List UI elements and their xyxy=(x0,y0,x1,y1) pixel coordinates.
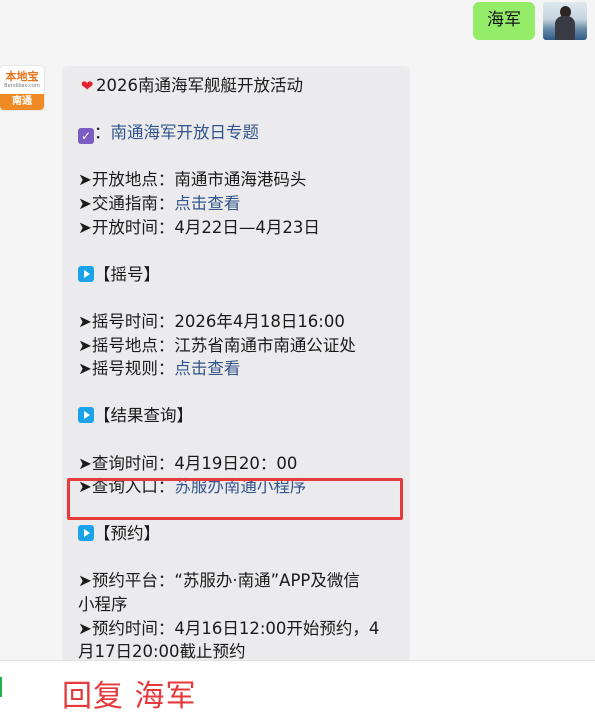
booking-time-value: 4月16日12:00开始预约，4 xyxy=(174,618,380,638)
message-title-line: ❤ 2026南通海军舰艇开放活动 xyxy=(78,74,410,98)
user-message-text: 海军 xyxy=(487,10,521,30)
lottery-place-line: ➤摇号地点：江苏省南通市南通公证处 xyxy=(78,334,410,358)
booking-time-line: ➤预约时间：4月16日12:00开始预约，4 xyxy=(78,617,410,641)
topic-line: ✓ ：南通海军开放日专题 xyxy=(78,121,410,145)
open-time-line: ➤开放时间：4月22日—4月23日 xyxy=(78,216,410,240)
booking-time-label: 预约时间： xyxy=(91,618,175,638)
lottery-rule-line: ➤摇号规则：点击查看 xyxy=(78,357,410,381)
lottery-place-label: 摇号地点： xyxy=(91,335,175,355)
booking-platform-value: “苏服办·南通”APP及微信 xyxy=(174,571,360,591)
topic-link[interactable]: 南通海军开放日专题 xyxy=(111,123,260,142)
arrow-icon: ➤ xyxy=(78,618,92,638)
booking-platform-line: ➤预约平台：“苏服办·南通”APP及微信 xyxy=(78,569,410,593)
lottery-place-value: 江苏省南通市南通公证处 xyxy=(174,335,356,355)
open-time-value: 4月22日—4月23日 xyxy=(174,217,320,237)
lottery-time-label: 摇号时间： xyxy=(91,311,175,331)
open-location-label: 开放地点： xyxy=(91,170,175,190)
booking-section-line: 【预约】 xyxy=(78,522,410,546)
highlight-box xyxy=(67,478,403,520)
open-time-label: 开放时间： xyxy=(91,217,175,237)
arrow-icon: ➤ xyxy=(78,335,92,355)
bot-avatar-domain: Bendibao.com xyxy=(4,83,40,89)
traffic-line: ➤交通指南：点击查看 xyxy=(78,192,410,216)
message-title: 2026南通海军舰艇开放活动 xyxy=(96,76,303,95)
arrow-icon: ➤ xyxy=(78,571,92,591)
lottery-time-line: ➤摇号时间：2026年4月18日16:00 xyxy=(78,310,410,334)
arrow-icon: ➤ xyxy=(78,453,92,473)
result-section-title: 【结果查询】 xyxy=(94,406,193,426)
lottery-time-value: 2026年4月18日16:00 xyxy=(174,311,345,331)
heart-icon: ❤ xyxy=(80,77,94,95)
lottery-rule-link[interactable]: 点击查看 xyxy=(174,359,240,378)
lottery-rule-label: 摇号规则： xyxy=(91,359,175,379)
play-icon xyxy=(78,265,94,282)
arrow-icon: ➤ xyxy=(78,217,92,237)
arrow-icon: ➤ xyxy=(78,193,92,213)
booking-platform-line-cont: 小程序 xyxy=(78,593,410,617)
topic-prefix: ： xyxy=(94,123,111,143)
lottery-section-title: 【摇号】 xyxy=(94,264,160,284)
booking-section-title: 【预约】 xyxy=(94,524,160,544)
bot-avatar-city: 南通 xyxy=(0,94,44,110)
arrow-icon: ➤ xyxy=(78,170,92,190)
query-time-value: 4月19日20：00 xyxy=(174,453,298,473)
result-section-line: 【结果查询】 xyxy=(78,404,410,428)
traffic-link[interactable]: 点击查看 xyxy=(174,194,240,213)
booking-platform-label: 预约平台： xyxy=(91,571,175,591)
play-icon xyxy=(78,407,94,424)
query-time-label: 查询时间： xyxy=(91,453,175,473)
booking-time-value-cont: 月17日20:00截止预约 xyxy=(78,642,246,660)
bot-message-bubble: ❤ 2026南通海军舰艇开放活动 ✓ ：南通海军开放日专题 ➤开放地点：南通市通海港… xyxy=(62,66,410,660)
lottery-section-line: 【摇号】 xyxy=(78,263,410,287)
user-avatar-body xyxy=(555,16,575,40)
play-icon xyxy=(78,525,94,542)
user-avatar[interactable] xyxy=(543,2,587,40)
open-location-value: 南通市通海港码头 xyxy=(174,170,307,190)
input-cursor xyxy=(0,677,2,697)
bot-avatar-brand: 本地宝 xyxy=(5,70,39,83)
booking-platform-value-cont: 小程序 xyxy=(78,595,128,615)
arrow-icon: ➤ xyxy=(78,311,92,331)
arrow-icon: ➤ xyxy=(78,359,92,379)
query-time-line: ➤查询时间：4月19日20：00 xyxy=(78,452,410,476)
checkbox-icon: ✓ xyxy=(78,128,94,145)
traffic-label: 交通指南： xyxy=(91,193,175,213)
open-location-line: ➤开放地点：南通市通海港码头 xyxy=(78,168,410,192)
bot-avatar-logo: 本地宝 Bendibao.com xyxy=(0,66,44,94)
reply-hint-text: 回复 海军 xyxy=(62,679,197,714)
bot-avatar[interactable]: 本地宝 Bendibao.com 南通 xyxy=(0,66,44,110)
booking-time-line-cont: 月17日20:00截止预约 xyxy=(78,640,410,660)
chat-area: 海军 本地宝 Bendibao.com 南通 ❤ 2026南通海军舰艇开放活动 ✓… xyxy=(0,0,595,660)
user-message-bubble[interactable]: 海军 xyxy=(473,2,535,40)
bottom-bar: 回复 海军 xyxy=(0,660,595,726)
